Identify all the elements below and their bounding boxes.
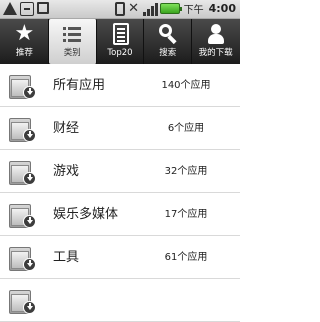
category-name: 游戏 xyxy=(53,164,80,179)
tab-label: 类别 xyxy=(63,48,81,58)
battery-icon xyxy=(159,3,182,14)
no-signal-icon: ✕ xyxy=(128,0,140,16)
category-row-finance[interactable]: 财经 6个应用 xyxy=(0,107,240,150)
warning-icon xyxy=(3,2,17,15)
category-count: 32个应用 xyxy=(164,166,208,177)
category-row-games[interactable]: 游戏 32个应用 xyxy=(0,150,240,193)
category-name: 娱乐多媒体 xyxy=(53,207,119,222)
star-icon: ★ xyxy=(14,21,35,46)
category-row-partial[interactable] xyxy=(0,279,240,322)
tab-label: 我的下载 xyxy=(198,48,233,58)
document-icon xyxy=(113,23,130,45)
tab-search[interactable]: 搜索 xyxy=(144,19,193,64)
search-icon xyxy=(157,23,179,45)
status-bar: ✕ 下午 4:00 xyxy=(0,0,240,19)
usb-icon xyxy=(20,2,34,16)
tab-label: 搜索 xyxy=(159,48,177,58)
download-folder-icon xyxy=(9,116,37,144)
signal-icon xyxy=(142,2,158,16)
category-name: 财经 xyxy=(53,121,80,136)
download-folder-icon xyxy=(9,159,37,187)
category-count: 140个应用 xyxy=(161,80,211,91)
download-folder-icon xyxy=(9,202,37,230)
download-folder-icon xyxy=(9,288,37,316)
category-row-tools[interactable]: 工具 61个应用 xyxy=(0,236,240,279)
tab-top20[interactable]: Top20 xyxy=(97,19,145,64)
category-list: 所有应用 140个应用 财经 6个应用 游戏 32个应用 娱乐多媒体 17个应用… xyxy=(0,64,240,322)
tab-label: 推荐 xyxy=(15,48,33,58)
vibrate-icon xyxy=(114,1,125,16)
status-time: 4:00 xyxy=(208,2,236,15)
category-row-all-apps[interactable]: 所有应用 140个应用 xyxy=(0,64,240,107)
category-count: 6个应用 xyxy=(167,123,205,134)
download-folder-icon xyxy=(9,73,37,101)
category-row-entertainment[interactable]: 娱乐多媒体 17个应用 xyxy=(0,193,240,236)
list-icon xyxy=(61,23,83,45)
category-count: 17个应用 xyxy=(164,209,208,220)
category-name: 工具 xyxy=(53,250,80,265)
category-count: 61个应用 xyxy=(164,252,208,263)
category-count xyxy=(140,279,232,322)
tab-my-downloads[interactable]: 我的下载 xyxy=(192,19,239,64)
download-folder-icon xyxy=(9,245,37,273)
category-name: 所有应用 xyxy=(53,78,106,93)
sdcard-icon xyxy=(37,2,49,14)
tab-categories[interactable]: 类别 xyxy=(48,19,97,64)
person-icon xyxy=(205,23,227,45)
tab-recommended[interactable]: ★ 推荐 xyxy=(1,19,49,64)
tab-label: Top20 xyxy=(107,48,133,58)
status-ampm: 下午 xyxy=(183,5,204,16)
tab-bar: ★ 推荐 类别 Top20 搜索 我的下载 xyxy=(0,19,240,64)
